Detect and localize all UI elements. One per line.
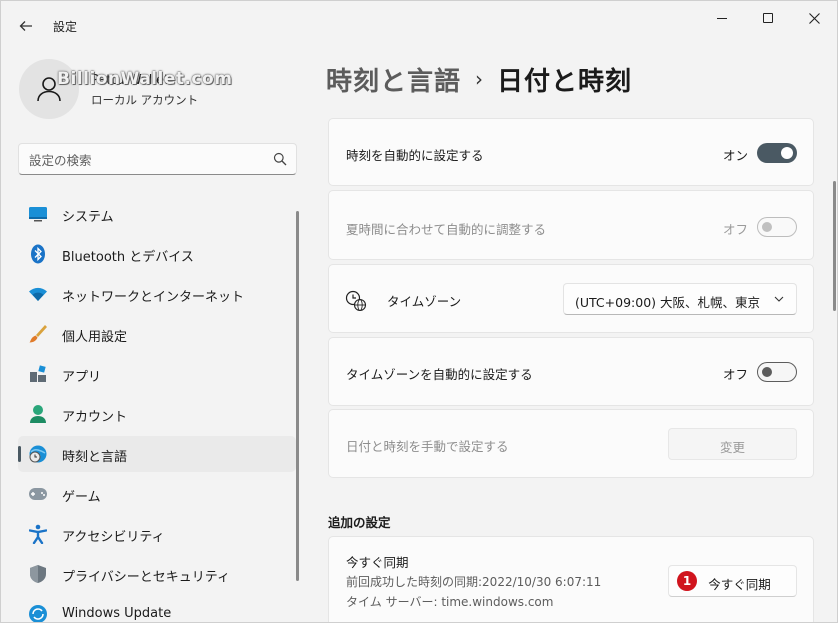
timezone-value: (UTC+09:00) 大阪、札幌、東京 (575, 295, 761, 310)
sidebar-item-time-language[interactable]: 時刻と言語 (18, 436, 296, 472)
apps-icon (28, 364, 48, 384)
search-icon[interactable] (273, 152, 287, 166)
auto-timezone-card: タイムゾーンを自動的に設定する オフ (328, 337, 814, 406)
sidebar-item-windows-update[interactable]: Windows Update (18, 596, 296, 622)
sidebar-item-apps[interactable]: アプリ (18, 356, 296, 392)
gamepad-icon (28, 484, 48, 504)
sidebar-item-label: ネットワークとインターネット (62, 290, 245, 305)
account-type: ローカル アカウント (91, 93, 199, 107)
close-icon (808, 12, 820, 24)
auto-timezone-toggle[interactable] (757, 362, 797, 382)
search-box[interactable] (18, 143, 297, 175)
page-title: 日付と時刻 (497, 66, 633, 97)
auto-time-label: 時刻を自動的に設定する (346, 148, 484, 163)
maximize-button[interactable] (745, 1, 791, 35)
sidebar-item-bluetooth[interactable]: Bluetooth とデバイス (18, 236, 296, 272)
close-button[interactable] (791, 1, 837, 35)
clock-globe-icon (345, 290, 367, 312)
bluetooth-icon (28, 244, 48, 264)
last-sync-text: 前回成功した時刻の同期:2022/10/30 6:07:11 (346, 575, 602, 589)
breadcrumb-separator-icon: › (475, 67, 484, 91)
additional-settings-heading: 追加の設定 (328, 515, 391, 530)
sidebar-nav: システム Bluetooth とデバイス ネットワークとインターネット 個人用設… (18, 196, 296, 622)
breadcrumb: 時刻と言語 › 日付と時刻 (326, 59, 632, 99)
timezone-label: タイムゾーン (387, 294, 462, 309)
sidebar-item-accounts[interactable]: アカウント (18, 396, 296, 432)
sync-card: 今すぐ同期 前回成功した時刻の同期:2022/10/30 6:07:11 タイム… (328, 536, 814, 622)
sidebar-item-gaming[interactable]: ゲーム (18, 476, 296, 512)
sync-title: 今すぐ同期 (346, 555, 409, 570)
back-button[interactable] (11, 11, 41, 41)
manual-datetime-card: 日付と時刻を手動で設定する 変更 (328, 409, 814, 478)
sidebar-item-system[interactable]: システム (18, 196, 296, 232)
dst-state: オフ (723, 222, 749, 237)
sidebar-item-label: アクセシビリティ (62, 530, 165, 545)
sidebar-item-label: 時刻と言語 (62, 450, 128, 465)
sidebar-item-network[interactable]: ネットワークとインターネット (18, 276, 296, 312)
sync-now-label: 今すぐ同期 (708, 577, 771, 592)
app-title: 設定 (53, 20, 78, 34)
timezone-card: タイムゾーン (UTC+09:00) 大阪、札幌、東京 (328, 264, 814, 333)
sidebar-item-accessibility[interactable]: アクセシビリティ (18, 516, 296, 552)
timezone-dropdown[interactable]: (UTC+09:00) 大阪、札幌、東京 (563, 283, 797, 315)
sidebar-item-label: ゲーム (62, 490, 101, 505)
main-scrollbar[interactable] (833, 181, 836, 311)
account-icon (28, 404, 48, 424)
chevron-down-icon (774, 296, 784, 302)
selection-indicator (18, 446, 21, 462)
sidebar-item-label: 個人用設定 (62, 330, 128, 345)
toggle-knob (762, 367, 772, 377)
auto-timezone-state: オフ (723, 367, 749, 382)
sync-now-button[interactable]: 1 今すぐ同期 (668, 565, 797, 597)
sidebar-item-privacy[interactable]: プライバシーとセキュリティ (18, 556, 296, 592)
paintbrush-icon (28, 324, 48, 344)
minimize-button[interactable] (699, 1, 745, 35)
sidebar-item-label: アカウント (62, 410, 128, 425)
watermark: BillionWallet.com (57, 69, 233, 89)
dst-toggle[interactable] (757, 217, 797, 237)
breadcrumb-parent[interactable]: 時刻と言語 (326, 61, 461, 98)
minimize-icon (717, 17, 727, 19)
change-button-label: 変更 (719, 440, 745, 455)
toggle-knob (762, 222, 772, 232)
wifi-icon (28, 284, 48, 304)
sidebar-item-label: アプリ (62, 370, 102, 385)
title-bar: 設定 (1, 1, 837, 49)
sidebar-item-label: システム (62, 210, 114, 225)
sidebar-item-personalization[interactable]: 個人用設定 (18, 316, 296, 352)
change-button[interactable]: 変更 (668, 428, 797, 460)
auto-time-state: オン (723, 148, 749, 163)
sidebar-item-label: プライバシーとセキュリティ (62, 570, 230, 585)
windows-update-icon (28, 604, 48, 622)
auto-timezone-label: タイムゾーンを自動的に設定する (346, 367, 533, 382)
toggle-knob (781, 147, 793, 159)
settings-window: 設定 Pattu Wallet ローカル アカウント BillionWallet… (0, 0, 838, 623)
time-server-text: タイム サーバー: time.windows.com (346, 595, 554, 609)
sidebar-item-label: Bluetooth とデバイス (62, 250, 194, 265)
system-monitor-icon (28, 204, 48, 224)
sidebar-item-label: Windows Update (62, 606, 172, 621)
back-arrow-icon (19, 21, 32, 31)
auto-time-card: 時刻を自動的に設定する オン (328, 118, 814, 186)
user-avatar[interactable] (19, 59, 79, 119)
maximize-icon (763, 13, 773, 23)
sidebar-scrollbar[interactable] (296, 211, 299, 581)
time-language-icon (28, 444, 48, 464)
dst-card: 夏時間に合わせて自動的に調整する オフ (328, 190, 814, 260)
auto-time-toggle[interactable] (757, 143, 797, 163)
shield-icon (28, 564, 48, 584)
manual-datetime-label: 日付と時刻を手動で設定する (346, 439, 509, 454)
dst-label: 夏時間に合わせて自動的に調整する (346, 222, 547, 237)
accessibility-icon (28, 524, 48, 544)
search-input[interactable] (29, 150, 259, 170)
